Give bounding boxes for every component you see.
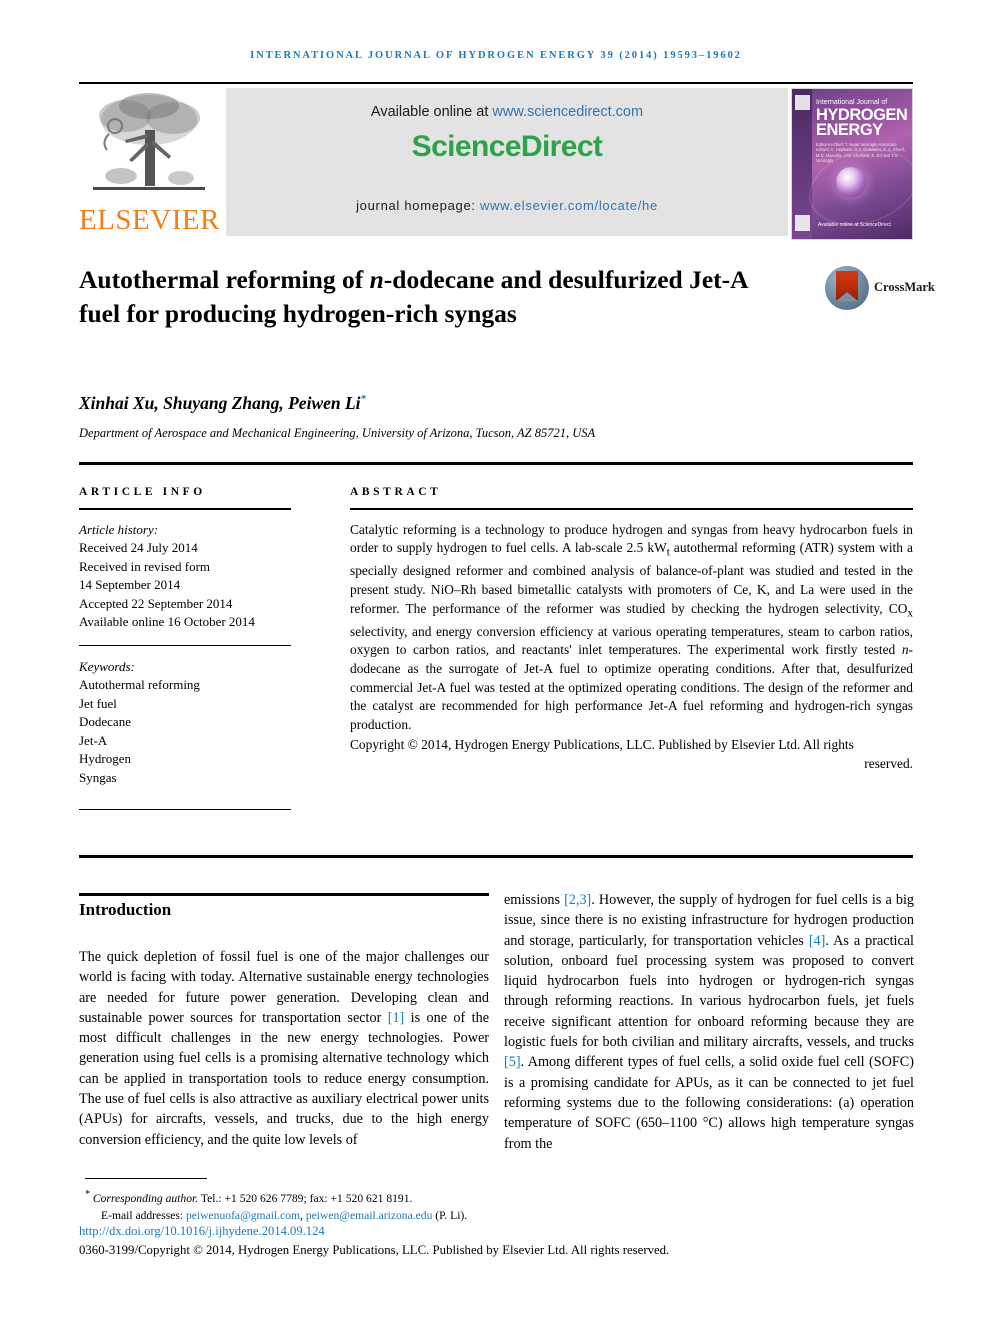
body-left-text-2: is one of the most difficult challenges … — [79, 1009, 489, 1148]
abstract-copyright-last: reserved. — [864, 755, 913, 771]
keyword-item: Jet fuel — [79, 695, 117, 711]
abstract-heading: ABSTRACT — [350, 486, 442, 498]
email-link-2[interactable]: peiwen@email.arizona.edu — [306, 1209, 433, 1222]
keyword-item: Dodecane — [79, 714, 131, 729]
crossmark-badge[interactable]: CrossMark — [825, 266, 935, 316]
page-title: Autothermal reforming of n-dodecane and … — [79, 263, 779, 331]
cover-editors-text: Editor-in-Chief: T. Nejat Veziroglu Asso… — [816, 142, 906, 164]
abstract-segment-3: selectivity, and energy conversion effic… — [350, 623, 913, 658]
email-note: E-mail addresses: peiwenuofa@gmail.com, … — [85, 1207, 915, 1224]
abstract-band-top-rule — [79, 462, 913, 465]
email-link-1[interactable]: peiwenuofa@gmail.com — [186, 1209, 300, 1222]
journal-homepage-line: journal homepage: www.elsevier.com/locat… — [226, 198, 788, 213]
issn-copyright-line: 0360-3199/Copyright © 2014, Hydrogen Ene… — [79, 1243, 670, 1257]
elsevier-wordmark: ELSEVIER — [79, 204, 220, 236]
body-column-right: emissions [2,3]. However, the supply of … — [504, 890, 914, 1154]
citation-ref-2-3[interactable]: [2,3] — [564, 892, 591, 908]
abstract-text: Catalytic reforming is a technology to p… — [350, 521, 913, 735]
cover-orb-decoration — [836, 167, 866, 197]
article-info-column: ARTICLE INFO Article history: Received 2… — [79, 486, 291, 810]
abstract-copyright-main: Copyright © 2014, Hydrogen Energy Public… — [350, 737, 854, 753]
title-italic-n: n — [369, 265, 384, 294]
doi-link[interactable]: http://dx.doi.org/10.1016/j.ijhydene.201… — [79, 1224, 325, 1239]
article-history-item: 14 September 2014 — [79, 577, 181, 592]
citation-ref-1[interactable]: [1] — [388, 1010, 405, 1026]
sciencedirect-banner: Available online at www.sciencedirect.co… — [226, 88, 788, 236]
section-rule — [79, 893, 489, 896]
article-history-item: Received 24 July 2014 — [79, 540, 198, 555]
journal-article-page: INTERNATIONAL JOURNAL OF HYDROGEN ENERGY… — [0, 0, 992, 1323]
abstract-column: ABSTRACT Catalytic reforming is a techno… — [350, 486, 913, 774]
footnote-rule — [85, 1178, 207, 1180]
abstract-copyright: Copyright © 2014, Hydrogen Energy Public… — [350, 736, 913, 773]
body-right-text-4: . Among different types of fuel cells, a… — [504, 1054, 914, 1152]
abstract-divider — [350, 508, 913, 510]
citation-ref-5[interactable]: [5] — [504, 1054, 521, 1070]
affiliation: Department of Aerospace and Mechanical E… — [79, 426, 596, 440]
corresponding-author-marker[interactable]: * — [361, 393, 367, 405]
keywords-bottom-divider — [79, 809, 291, 810]
footnote-block: * Corresponding author. Tel.: +1 520 626… — [85, 1186, 915, 1224]
journal-homepage-url[interactable]: www.elsevier.com/locate/he — [480, 198, 658, 213]
corresponding-author-label: Corresponding author. — [92, 1191, 199, 1205]
section-title-introduction: Introduction — [79, 900, 172, 919]
elsevier-logo: ELSEVIER — [79, 88, 219, 240]
article-info-heading: ARTICLE INFO — [79, 486, 206, 498]
crossmark-notch-icon — [836, 292, 858, 301]
available-online-line: Available online at www.sciencedirect.co… — [226, 104, 788, 120]
elsevier-badge-icon — [795, 95, 810, 110]
keywords-divider — [79, 644, 291, 646]
available-online-prefix: Available online at — [370, 104, 493, 120]
abstract-italic-n: n — [901, 642, 909, 658]
cover-journal-title: HYDROGEN ENERGY — [816, 107, 912, 139]
crossmark-label: CrossMark — [874, 280, 935, 294]
keywords-label: Keywords: — [79, 658, 135, 674]
journal-cover-thumbnail: International Journal of HYDROGEN ENERGY… — [791, 88, 913, 240]
abstract-band-bottom-rule — [79, 855, 913, 858]
keyword-item: Autothermal reforming — [79, 677, 200, 692]
article-history-item: Accepted 22 September 2014 — [79, 595, 233, 611]
article-history-item: Received in revised form — [79, 558, 211, 574]
corresponding-author-note: * Corresponding author. Tel.: +1 520 626… — [85, 1186, 915, 1207]
sciencedirect-url[interactable]: www.sciencedirect.com — [492, 104, 643, 120]
body-right-text-3: . As a practical solution, onboard fuel … — [504, 932, 914, 1051]
author-list: Xinhai Xu, Shuyang Zhang, Peiwen Li* — [79, 393, 366, 414]
corresponding-author-contact: Tel.: +1 520 626 7789; fax: +1 520 621 8… — [198, 1191, 413, 1205]
journal-homepage-prefix: journal homepage: — [356, 198, 480, 213]
ijhe-badge-icon — [795, 215, 810, 231]
article-history-label: Article history: — [79, 521, 159, 537]
keyword-item: Syngas — [79, 769, 117, 785]
citation-ref-4[interactable]: [4] — [809, 933, 826, 949]
body-column-left: The quick depletion of fossil fuel is on… — [79, 947, 489, 1150]
email-label: E-mail addresses: — [101, 1208, 186, 1222]
cover-title-line2: ENERGY — [816, 121, 883, 139]
author-names: Xinhai Xu, Shuyang Zhang, Peiwen Li — [79, 393, 361, 413]
running-head: INTERNATIONAL JOURNAL OF HYDROGEN ENERGY… — [250, 50, 742, 61]
keyword-item: Hydrogen — [79, 751, 131, 766]
abstract-subscript-x: x — [907, 607, 913, 620]
keyword-item: Jet-A — [79, 732, 108, 748]
body-right-text-1: emissions — [504, 892, 565, 908]
sciencedirect-wordmark: ScienceDirect — [411, 130, 603, 163]
article-info-divider — [79, 508, 291, 510]
article-history-item: Available online 16 October 2014 — [79, 614, 255, 629]
cover-journal-prefix: International Journal of — [816, 99, 888, 106]
masthead: ELSEVIER Available online at www.science… — [79, 88, 913, 240]
footnote-asterisk: * — [85, 1189, 90, 1200]
elsevier-tree-icon — [93, 93, 205, 190]
cover-sciencedirect-mark: Available online at ScienceDirect — [818, 222, 891, 228]
title-part-1: Autothermal reforming of — [79, 265, 370, 294]
header-rule — [79, 82, 913, 84]
email-suffix: (P. Li). — [432, 1208, 468, 1222]
